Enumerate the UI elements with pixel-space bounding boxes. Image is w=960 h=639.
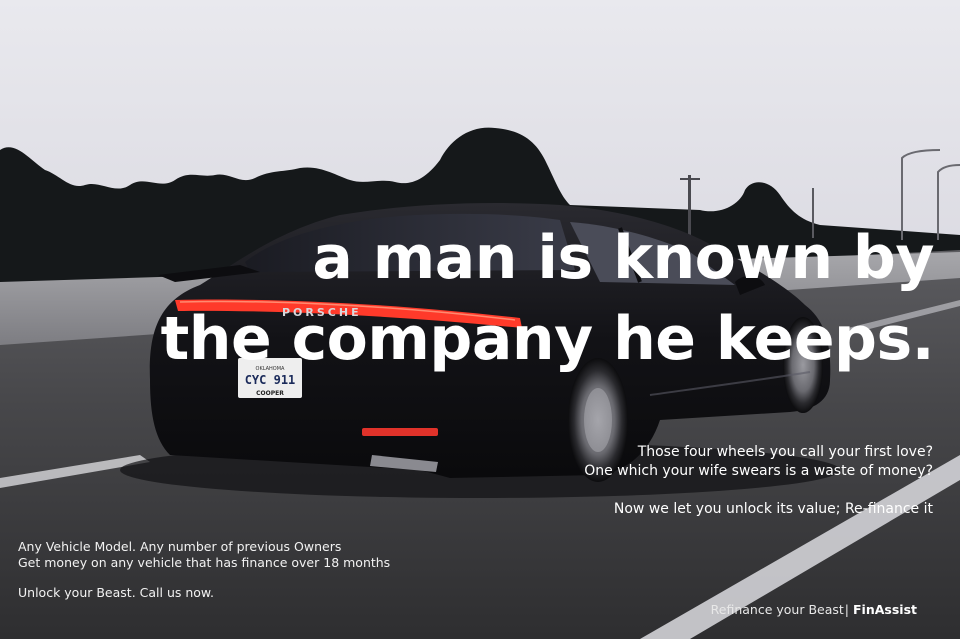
question-waste-of-money: One which your wife swears is a waste of… xyxy=(584,463,933,479)
call-to-action: Unlock your Beast. Call us now. xyxy=(18,585,214,600)
question-first-love: Those four wheels you call your first lo… xyxy=(637,444,933,460)
any-vehicle-line: Any Vehicle Model. Any number of previou… xyxy=(18,539,342,554)
advertisement: PORSCHE OKLAHOMA CYC 911 COOPER a man is… xyxy=(0,0,960,639)
brand-signature: Refinance your Beast| FinAssist xyxy=(711,602,917,618)
signature-separator: | xyxy=(844,602,850,617)
svg-text:COOPER: COOPER xyxy=(256,390,284,397)
finance-terms-line: Get money on any vehicle that has financ… xyxy=(18,555,391,570)
brand-name: FinAssist xyxy=(853,602,917,617)
signature-tagline: Refinance your Beast xyxy=(710,602,844,617)
headline-line-1: a man is known by xyxy=(312,223,934,293)
svg-text:CYC 911: CYC 911 xyxy=(245,373,296,387)
headline-line-2: the company he keeps. xyxy=(160,304,935,374)
unlock-value-line: Now we let you unlock its value; Re-fina… xyxy=(613,501,933,517)
